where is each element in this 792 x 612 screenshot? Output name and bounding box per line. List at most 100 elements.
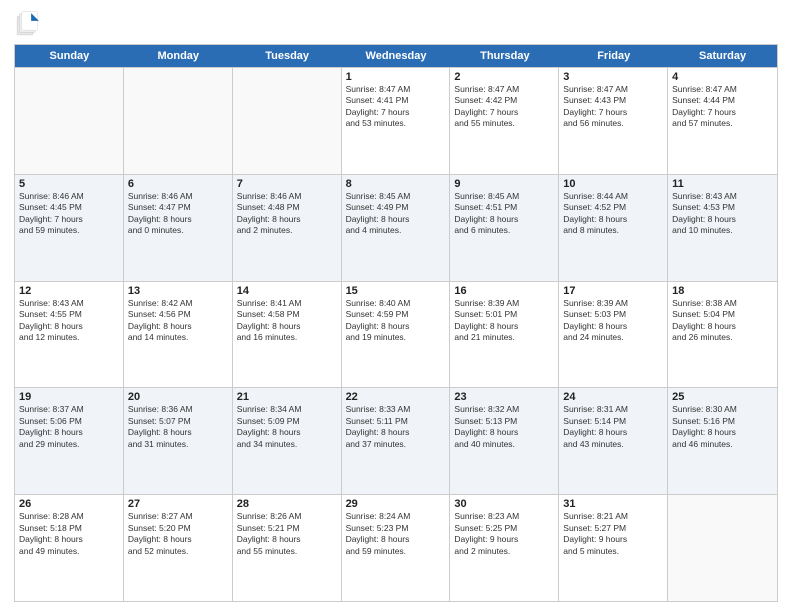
- day-info: Sunrise: 8:34 AM Sunset: 5:09 PM Dayligh…: [237, 404, 337, 450]
- day-number: 28: [237, 498, 337, 510]
- day-number: 14: [237, 285, 337, 297]
- day-info: Sunrise: 8:28 AM Sunset: 5:18 PM Dayligh…: [19, 511, 119, 557]
- calendar-cell: 10Sunrise: 8:44 AM Sunset: 4:52 PM Dayli…: [559, 175, 668, 281]
- calendar-cell: 19Sunrise: 8:37 AM Sunset: 5:06 PM Dayli…: [15, 388, 124, 494]
- day-number: 8: [346, 178, 446, 190]
- weekday-header: Saturday: [668, 45, 777, 67]
- day-number: 9: [454, 178, 554, 190]
- calendar-week: 1Sunrise: 8:47 AM Sunset: 4:41 PM Daylig…: [15, 67, 777, 174]
- calendar-body: 1Sunrise: 8:47 AM Sunset: 4:41 PM Daylig…: [15, 67, 777, 601]
- day-number: 10: [563, 178, 663, 190]
- calendar-cell: 31Sunrise: 8:21 AM Sunset: 5:27 PM Dayli…: [559, 495, 668, 601]
- calendar-cell: 8Sunrise: 8:45 AM Sunset: 4:49 PM Daylig…: [342, 175, 451, 281]
- calendar-cell: 29Sunrise: 8:24 AM Sunset: 5:23 PM Dayli…: [342, 495, 451, 601]
- calendar-week: 19Sunrise: 8:37 AM Sunset: 5:06 PM Dayli…: [15, 387, 777, 494]
- day-info: Sunrise: 8:38 AM Sunset: 5:04 PM Dayligh…: [672, 298, 773, 344]
- day-info: Sunrise: 8:43 AM Sunset: 4:55 PM Dayligh…: [19, 298, 119, 344]
- day-info: Sunrise: 8:36 AM Sunset: 5:07 PM Dayligh…: [128, 404, 228, 450]
- day-number: 30: [454, 498, 554, 510]
- calendar-cell: 25Sunrise: 8:30 AM Sunset: 5:16 PM Dayli…: [668, 388, 777, 494]
- calendar-cell: 20Sunrise: 8:36 AM Sunset: 5:07 PM Dayli…: [124, 388, 233, 494]
- day-info: Sunrise: 8:46 AM Sunset: 4:48 PM Dayligh…: [237, 191, 337, 237]
- day-number: 7: [237, 178, 337, 190]
- day-info: Sunrise: 8:23 AM Sunset: 5:25 PM Dayligh…: [454, 511, 554, 557]
- day-info: Sunrise: 8:43 AM Sunset: 4:53 PM Dayligh…: [672, 191, 773, 237]
- calendar-cell: 17Sunrise: 8:39 AM Sunset: 5:03 PM Dayli…: [559, 282, 668, 388]
- day-number: 17: [563, 285, 663, 297]
- day-info: Sunrise: 8:46 AM Sunset: 4:45 PM Dayligh…: [19, 191, 119, 237]
- page: SundayMondayTuesdayWednesdayThursdayFrid…: [0, 0, 792, 612]
- day-info: Sunrise: 8:27 AM Sunset: 5:20 PM Dayligh…: [128, 511, 228, 557]
- calendar-cell: 7Sunrise: 8:46 AM Sunset: 4:48 PM Daylig…: [233, 175, 342, 281]
- calendar-cell: 30Sunrise: 8:23 AM Sunset: 5:25 PM Dayli…: [450, 495, 559, 601]
- calendar-cell: 14Sunrise: 8:41 AM Sunset: 4:58 PM Dayli…: [233, 282, 342, 388]
- calendar-cell: 21Sunrise: 8:34 AM Sunset: 5:09 PM Dayli…: [233, 388, 342, 494]
- calendar-cell: 12Sunrise: 8:43 AM Sunset: 4:55 PM Dayli…: [15, 282, 124, 388]
- weekday-header: Tuesday: [233, 45, 342, 67]
- calendar: SundayMondayTuesdayWednesdayThursdayFrid…: [14, 44, 778, 602]
- day-info: Sunrise: 8:45 AM Sunset: 4:51 PM Dayligh…: [454, 191, 554, 237]
- day-info: Sunrise: 8:26 AM Sunset: 5:21 PM Dayligh…: [237, 511, 337, 557]
- weekday-header: Wednesday: [342, 45, 451, 67]
- calendar-week: 12Sunrise: 8:43 AM Sunset: 4:55 PM Dayli…: [15, 281, 777, 388]
- calendar-cell: 5Sunrise: 8:46 AM Sunset: 4:45 PM Daylig…: [15, 175, 124, 281]
- calendar-week: 26Sunrise: 8:28 AM Sunset: 5:18 PM Dayli…: [15, 494, 777, 601]
- calendar-cell: 4Sunrise: 8:47 AM Sunset: 4:44 PM Daylig…: [668, 68, 777, 174]
- calendar-cell: 26Sunrise: 8:28 AM Sunset: 5:18 PM Dayli…: [15, 495, 124, 601]
- day-info: Sunrise: 8:40 AM Sunset: 4:59 PM Dayligh…: [346, 298, 446, 344]
- day-info: Sunrise: 8:21 AM Sunset: 5:27 PM Dayligh…: [563, 511, 663, 557]
- day-number: 29: [346, 498, 446, 510]
- day-info: Sunrise: 8:39 AM Sunset: 5:01 PM Dayligh…: [454, 298, 554, 344]
- calendar-cell: 1Sunrise: 8:47 AM Sunset: 4:41 PM Daylig…: [342, 68, 451, 174]
- day-info: Sunrise: 8:32 AM Sunset: 5:13 PM Dayligh…: [454, 404, 554, 450]
- day-number: 2: [454, 71, 554, 83]
- day-number: 15: [346, 285, 446, 297]
- logo-icon: [14, 10, 42, 38]
- calendar-cell: 27Sunrise: 8:27 AM Sunset: 5:20 PM Dayli…: [124, 495, 233, 601]
- calendar-header: SundayMondayTuesdayWednesdayThursdayFrid…: [15, 45, 777, 67]
- day-info: Sunrise: 8:45 AM Sunset: 4:49 PM Dayligh…: [346, 191, 446, 237]
- calendar-cell: 9Sunrise: 8:45 AM Sunset: 4:51 PM Daylig…: [450, 175, 559, 281]
- day-number: 11: [672, 178, 773, 190]
- calendar-cell: 3Sunrise: 8:47 AM Sunset: 4:43 PM Daylig…: [559, 68, 668, 174]
- day-number: 3: [563, 71, 663, 83]
- calendar-cell: 2Sunrise: 8:47 AM Sunset: 4:42 PM Daylig…: [450, 68, 559, 174]
- day-info: Sunrise: 8:30 AM Sunset: 5:16 PM Dayligh…: [672, 404, 773, 450]
- day-number: 25: [672, 391, 773, 403]
- calendar-cell: 22Sunrise: 8:33 AM Sunset: 5:11 PM Dayli…: [342, 388, 451, 494]
- day-info: Sunrise: 8:47 AM Sunset: 4:44 PM Dayligh…: [672, 84, 773, 130]
- day-number: 22: [346, 391, 446, 403]
- day-info: Sunrise: 8:31 AM Sunset: 5:14 PM Dayligh…: [563, 404, 663, 450]
- calendar-cell: 15Sunrise: 8:40 AM Sunset: 4:59 PM Dayli…: [342, 282, 451, 388]
- calendar-cell: [124, 68, 233, 174]
- logo: [14, 10, 46, 38]
- day-number: 26: [19, 498, 119, 510]
- day-info: Sunrise: 8:37 AM Sunset: 5:06 PM Dayligh…: [19, 404, 119, 450]
- calendar-cell: 11Sunrise: 8:43 AM Sunset: 4:53 PM Dayli…: [668, 175, 777, 281]
- calendar-week: 5Sunrise: 8:46 AM Sunset: 4:45 PM Daylig…: [15, 174, 777, 281]
- calendar-cell: 13Sunrise: 8:42 AM Sunset: 4:56 PM Dayli…: [124, 282, 233, 388]
- weekday-header: Thursday: [450, 45, 559, 67]
- day-info: Sunrise: 8:33 AM Sunset: 5:11 PM Dayligh…: [346, 404, 446, 450]
- day-number: 20: [128, 391, 228, 403]
- calendar-cell: 18Sunrise: 8:38 AM Sunset: 5:04 PM Dayli…: [668, 282, 777, 388]
- day-number: 6: [128, 178, 228, 190]
- day-info: Sunrise: 8:44 AM Sunset: 4:52 PM Dayligh…: [563, 191, 663, 237]
- weekday-header: Friday: [559, 45, 668, 67]
- day-number: 5: [19, 178, 119, 190]
- day-number: 27: [128, 498, 228, 510]
- calendar-cell: 24Sunrise: 8:31 AM Sunset: 5:14 PM Dayli…: [559, 388, 668, 494]
- day-number: 4: [672, 71, 773, 83]
- day-number: 31: [563, 498, 663, 510]
- calendar-cell: 6Sunrise: 8:46 AM Sunset: 4:47 PM Daylig…: [124, 175, 233, 281]
- calendar-cell: [668, 495, 777, 601]
- day-number: 23: [454, 391, 554, 403]
- weekday-header: Sunday: [15, 45, 124, 67]
- day-number: 18: [672, 285, 773, 297]
- day-info: Sunrise: 8:24 AM Sunset: 5:23 PM Dayligh…: [346, 511, 446, 557]
- calendar-cell: [233, 68, 342, 174]
- day-number: 1: [346, 71, 446, 83]
- header: [14, 10, 778, 38]
- day-number: 13: [128, 285, 228, 297]
- day-info: Sunrise: 8:39 AM Sunset: 5:03 PM Dayligh…: [563, 298, 663, 344]
